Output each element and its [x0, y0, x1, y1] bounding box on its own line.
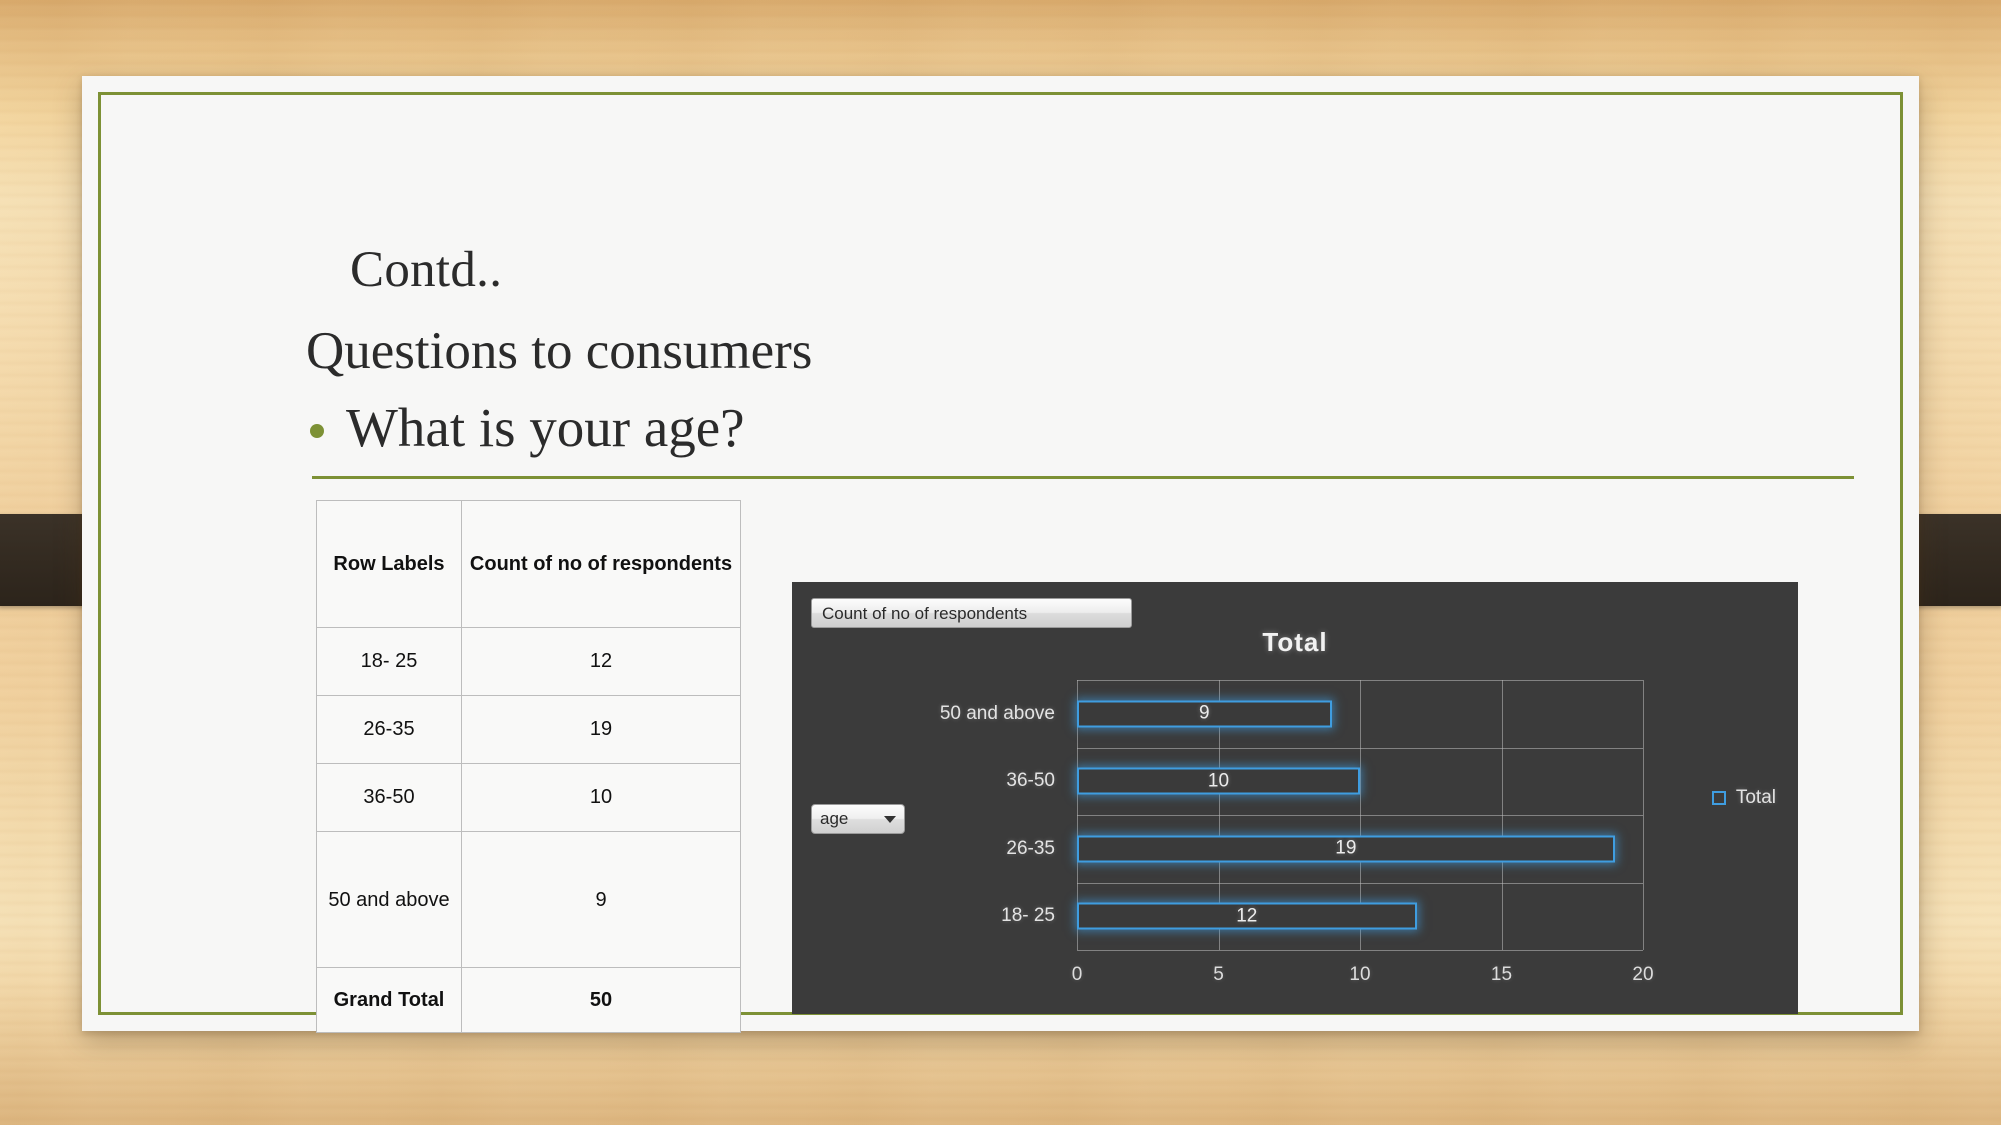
- bullet-item: What is your age?: [310, 396, 745, 459]
- category-axis-label: 36-50: [1006, 770, 1055, 792]
- x-axis-tick-label: 15: [1490, 964, 1513, 985]
- subtitle: Questions to consumers: [306, 322, 813, 380]
- chevron-down-icon: [884, 815, 896, 823]
- chart-title: Total: [1262, 627, 1328, 657]
- row-label: 26-35: [316, 695, 462, 764]
- bar-data-label: 12: [1236, 905, 1258, 927]
- chart-legend: Total: [1711, 787, 1776, 809]
- gridline-horizontal: [1077, 950, 1643, 951]
- value-field-button[interactable]: Count of no of respondents: [811, 598, 1132, 628]
- bullet-underline-rule: [312, 476, 1854, 479]
- row-label: 18- 25: [316, 627, 462, 696]
- grand-total-value: 50: [461, 967, 741, 1033]
- slide-canvas: Contd.. Questions to consumers What is y…: [0, 0, 2001, 1125]
- gridline-horizontal: [1077, 882, 1643, 884]
- x-axis-tick-label: 20: [1632, 964, 1654, 985]
- row-value: 12: [461, 627, 741, 696]
- x-axis-tick-label: 10: [1349, 964, 1371, 985]
- chart-bar[interactable]: 9: [1077, 700, 1332, 728]
- legend-swatch-icon: [1711, 791, 1726, 805]
- row-value: 9: [461, 831, 741, 968]
- table-row: 18- 25 12: [316, 627, 741, 696]
- x-axis-tick-label: 0: [1071, 964, 1083, 985]
- gridline-horizontal: [1077, 680, 1643, 681]
- table-header-row: Row Labels Count of no of respondents: [316, 500, 741, 628]
- x-axis-tick-label: 5: [1213, 964, 1224, 985]
- pivot-chart: Count of no of respondents Total age 0 5 1…: [792, 582, 1798, 1014]
- axis-field-button[interactable]: age: [811, 804, 905, 834]
- category-axis-label: 26-35: [1006, 837, 1055, 859]
- page-title: Contd..: [350, 242, 503, 298]
- row-label: 36-50: [316, 763, 462, 832]
- row-label: 50 and above: [316, 831, 462, 968]
- gridline-horizontal: [1077, 815, 1643, 816]
- bullet-item-label: What is your age?: [346, 397, 745, 458]
- column-header-row-labels: Row Labels: [316, 500, 462, 628]
- bullet-dot-icon: [310, 423, 324, 438]
- chart-plot-area: 0 5 10 15 20 12 18- 25 19 26-35 10 36-50 9 50 and ab…: [940, 680, 1654, 985]
- column-header-count: Count of no of respondents: [461, 500, 741, 628]
- bar-data-label: 19: [1335, 837, 1357, 859]
- grand-total-label: Grand Total: [316, 967, 462, 1033]
- category-axis-label: 50 and above: [939, 702, 1055, 724]
- bar-data-label: 10: [1207, 770, 1230, 792]
- chart-bar[interactable]: 12: [1077, 902, 1417, 930]
- chart-bar[interactable]: 19: [1077, 835, 1615, 863]
- gridline-horizontal: [1077, 747, 1643, 749]
- row-value: 19: [461, 695, 741, 764]
- table-row: 50 and above 9: [316, 831, 741, 968]
- table-row: 26-35 19: [316, 695, 741, 764]
- category-axis-label: 18- 25: [1001, 905, 1055, 927]
- gridline-vertical: [1643, 680, 1644, 950]
- row-value: 10: [461, 763, 741, 832]
- bar-data-label: 9: [1199, 702, 1210, 724]
- chart-bar[interactable]: 10: [1077, 767, 1360, 795]
- axis-field-label: age: [820, 809, 849, 828]
- table-total-row: Grand Total 50: [316, 967, 741, 1033]
- slide-sheet: Contd.. Questions to consumers What is y…: [82, 76, 1919, 1033]
- legend-label: Total: [1735, 787, 1776, 808]
- pivot-table: Row Labels Count of no of respondents 18…: [316, 500, 741, 1033]
- table-row: 36-50 10: [316, 763, 741, 832]
